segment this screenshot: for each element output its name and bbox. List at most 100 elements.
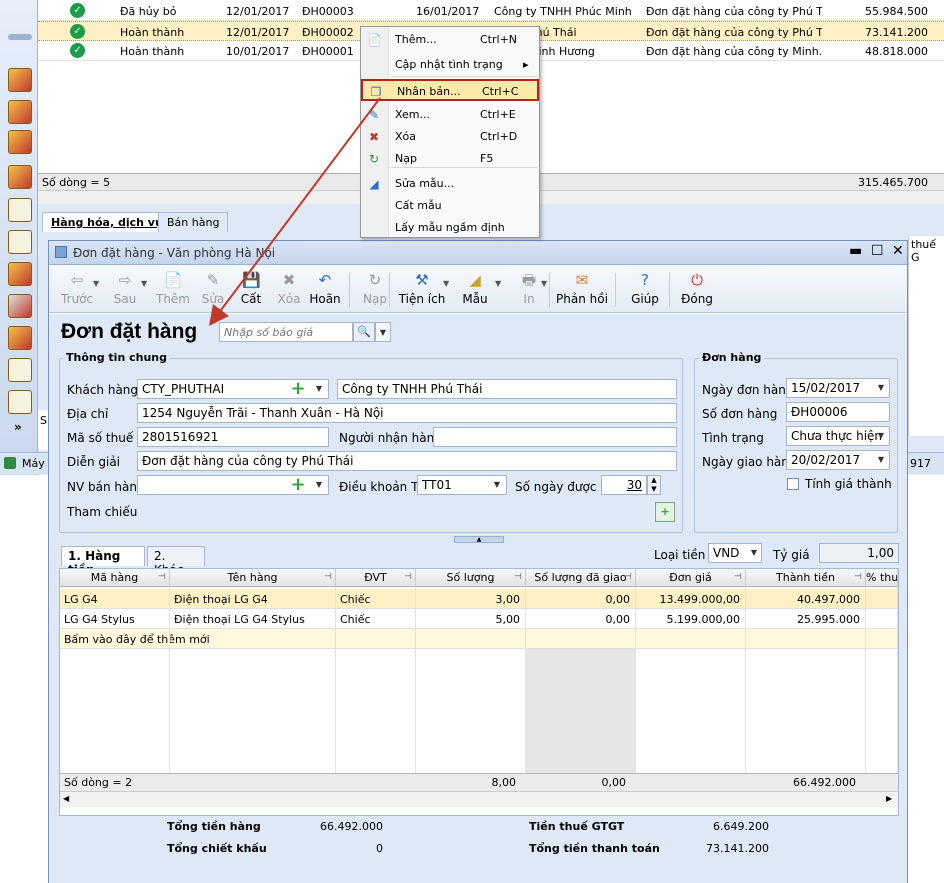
table-cell: 73.141.200: [865, 26, 928, 39]
pin-icon[interactable]: ⊣: [324, 572, 332, 582]
calc-cost-checkbox[interactable]: [787, 478, 799, 490]
scroll-left-icon[interactable]: ◀: [63, 794, 69, 803]
chevron-down-icon[interactable]: ▼: [873, 426, 889, 446]
order-no-field[interactable]: ĐH00006: [786, 402, 890, 422]
module-icon[interactable]: [8, 358, 32, 382]
pin-icon[interactable]: ⊣: [404, 572, 412, 582]
rate-field[interactable]: 1,00: [819, 543, 899, 563]
chevron-down-icon[interactable]: ▼: [375, 322, 391, 342]
add-customer-icon[interactable]: +: [290, 380, 306, 398]
feedback-button[interactable]: ✉ Phản hồi: [555, 271, 609, 311]
tax-field[interactable]: 2801516921: [137, 427, 329, 447]
module-icon[interactable]: [8, 68, 32, 92]
chevron-down-icon[interactable]: ▼: [746, 543, 762, 563]
tab-goods[interactable]: Hàng hóa, dịch vụ: [42, 212, 172, 232]
save-button[interactable]: 💾 Cất: [231, 271, 271, 311]
column-letter: S: [40, 414, 47, 427]
template-button[interactable]: ◢ Mẫu: [455, 271, 495, 311]
grid-header[interactable]: Đơn giá: [636, 569, 746, 587]
close-icon: ⏻: [691, 271, 703, 289]
close-button[interactable]: ⏻ Đóng: [677, 271, 717, 311]
print-button[interactable]: 🖶 In: [509, 271, 549, 311]
grid-header[interactable]: Mã hàng: [60, 569, 170, 587]
chevron-down-icon[interactable]: ▼: [873, 378, 889, 398]
dropdown-arrow-icon[interactable]: ▼: [495, 279, 501, 288]
chevron-down-icon[interactable]: ▼: [311, 379, 327, 399]
grid-header[interactable]: Số lượng: [416, 569, 526, 587]
chevron-down-icon[interactable]: ▼: [489, 475, 505, 495]
module-icon[interactable]: [8, 326, 32, 350]
pin-icon[interactable]: ⊣: [624, 572, 632, 582]
sidebar-grip[interactable]: [8, 34, 32, 40]
chevron-down-icon[interactable]: ▼: [311, 475, 327, 495]
table-row[interactable]: LG G4 Điện thoại LG G4 Chiếc 3,00 0,00 13.499…: [60, 589, 898, 609]
grid-header[interactable]: % thuế: [866, 569, 898, 587]
tab-goods-money[interactable]: 1. Hàng tiền: [61, 546, 145, 577]
dropdown-arrow-icon[interactable]: ▼: [93, 279, 99, 288]
dropdown-arrow-icon[interactable]: ▼: [443, 279, 449, 288]
add-row[interactable]: Bấm vào đây để thêm mới: [60, 629, 898, 649]
menu-item[interactable]: ◢ Sửa mẫu...: [361, 173, 539, 195]
module-icon[interactable]: [8, 130, 32, 154]
help-button[interactable]: ? Giúp: [625, 271, 665, 311]
stepper-arrows-icon[interactable]: ▲ ▼: [647, 475, 661, 495]
menu-item[interactable]: Cất mẫu: [361, 195, 539, 217]
module-icon[interactable]: [8, 165, 32, 189]
save-icon: 💾: [242, 271, 261, 289]
pin-icon[interactable]: ⊣: [158, 572, 166, 582]
pin-icon[interactable]: ⊣: [514, 572, 522, 582]
search-icon[interactable]: 🔍: [353, 322, 375, 342]
table-row[interactable]: ✓ Đã hủy bỏ 12/01/2017 ĐH00003 16/01/2017 Côn…: [38, 1, 944, 21]
receiver-field[interactable]: [433, 427, 677, 447]
add-doc-icon: 📄: [367, 33, 382, 47]
grid-header[interactable]: Tên hàng: [170, 569, 336, 587]
horizontal-scrollbar[interactable]: ◀ ▶: [60, 791, 898, 807]
dropdown-arrow-icon[interactable]: ▼: [141, 279, 147, 288]
module-icon[interactable]: [8, 198, 32, 222]
expand-sidebar-icon[interactable]: »: [14, 420, 22, 434]
chevron-down-icon[interactable]: ▼: [873, 450, 889, 470]
tab-other[interactable]: 2. Khác: [147, 546, 205, 577]
maximize-icon[interactable]: ☐: [871, 243, 884, 259]
template-label: Mẫu: [462, 292, 488, 306]
delete-button[interactable]: ✖ Xóa: [269, 271, 309, 311]
table-row[interactable]: LG G4 Stylus Điện thoại LG G4 Stylus Chiếc…: [60, 609, 898, 629]
credit-days-stepper[interactable]: 30: [601, 475, 647, 495]
module-icon[interactable]: [8, 230, 32, 254]
address-field[interactable]: 1254 Nguyễn Trãi - Thanh Xuân - Hà Nội: [137, 403, 677, 423]
menu-item[interactable]: ❐ Nhân bản... Ctrl+C: [361, 79, 539, 101]
module-icon[interactable]: [8, 390, 32, 414]
pin-icon[interactable]: ⊣: [734, 572, 742, 582]
grid-header[interactable]: Thành tiền: [746, 569, 866, 587]
menu-item[interactable]: ✎ Xem... Ctrl+E: [361, 104, 539, 126]
pin-icon[interactable]: ⊣: [854, 572, 862, 582]
menu-item[interactable]: 📄 Thêm... Ctrl+N: [361, 29, 539, 51]
table-cell: Đơn đặt hàng của công ty Minh...: [646, 45, 822, 58]
add-reference-icon[interactable]: +: [655, 502, 675, 522]
add-salesperson-icon[interactable]: +: [290, 476, 306, 494]
scroll-right-icon[interactable]: ▶: [886, 794, 892, 803]
close-icon[interactable]: ✕: [892, 243, 904, 259]
module-icon[interactable]: [8, 262, 32, 286]
grid-header[interactable]: Số lượng đã giao: [526, 569, 636, 587]
module-icon[interactable]: [8, 100, 32, 124]
utilities-button[interactable]: ⚒ Tiện ích: [395, 271, 449, 311]
dialog-title: Đơn đặt hàng - Văn phòng Hà Nội: [73, 246, 276, 260]
customer-name-field[interactable]: Công ty TNHH Phú Thái: [337, 379, 677, 399]
next-button[interactable]: ⇨ Sau: [105, 271, 145, 311]
edit-button[interactable]: ✎ Sửa: [193, 271, 233, 311]
menu-item[interactable]: Lấy mẫu ngầm định: [361, 217, 539, 239]
undo-button[interactable]: ↶ Hoãn: [305, 271, 345, 311]
minimize-icon[interactable]: ▬: [849, 243, 862, 259]
collapse-handle[interactable]: ▲: [454, 536, 504, 543]
add-button[interactable]: 📄 Thêm: [153, 271, 193, 311]
menu-item[interactable]: Cập nhật tình trạng ▸: [361, 54, 539, 76]
module-icon[interactable]: [8, 294, 32, 318]
menu-item[interactable]: ✖ Xóa Ctrl+D: [361, 126, 539, 148]
tab-sales[interactable]: Bán hàng: [158, 212, 229, 232]
back-button[interactable]: ⇦ Trước: [57, 271, 97, 311]
dropdown-arrow-icon[interactable]: ▼: [541, 279, 547, 288]
description-field[interactable]: Đơn đặt hàng của công ty Phú Thái: [137, 451, 677, 471]
quote-search-input[interactable]: [219, 322, 353, 342]
copy-icon: ❐: [370, 85, 382, 99]
